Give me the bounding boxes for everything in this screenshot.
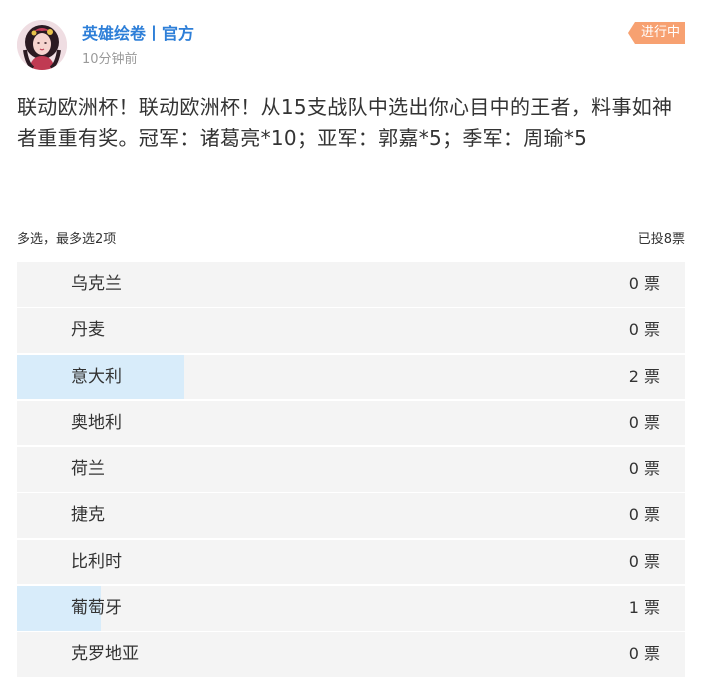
poll-option-count: 1 票: [628, 598, 660, 618]
poll-option-label: 比利时: [71, 551, 122, 572]
poll-option[interactable]: 克罗地亚 0 票: [17, 632, 685, 677]
post-header: 英雄绘卷丨官方 10分钟前 进行中: [17, 20, 685, 72]
poll-option-count: 0 票: [628, 320, 660, 340]
poll-option[interactable]: 捷克 0 票: [17, 493, 685, 538]
poll-option[interactable]: 奥地利 0 票: [17, 400, 685, 446]
poll-option-count: 0 票: [628, 412, 660, 432]
poll-option-count: 0 票: [628, 551, 660, 571]
poll-option-count: 0 票: [628, 505, 660, 525]
post-time: 10分钟前: [82, 52, 138, 67]
poll-option-label: 意大利: [71, 366, 122, 387]
poll-meta: 多选，最多选2项 已投8票: [17, 231, 685, 249]
poll-option[interactable]: 比利时 0 票: [17, 539, 685, 585]
poll-total: 已投8票: [637, 232, 685, 247]
poll-option-label: 乌克兰: [71, 274, 122, 294]
poll-option[interactable]: 葡萄牙 1 票: [17, 586, 685, 631]
post-text: 联动欧洲杯！联动欧洲杯！从15支战队中选出你心目中的王者，料事如神者重重有奖。冠…: [17, 95, 673, 150]
poll-option[interactable]: 荷兰 0 票: [17, 447, 685, 492]
poll-option-label: 捷克: [71, 505, 105, 526]
poll-options: 乌克兰 0 票 丹麦 0 票 意大利 2 票 奥地利 0 票 荷兰 0 票 捷克…: [17, 262, 685, 679]
poll-option-label: 奥地利: [71, 412, 122, 433]
poll-option[interactable]: 意大利 2 票: [17, 354, 685, 400]
avatar[interactable]: [17, 20, 67, 70]
avatar-portrait-icon: [17, 20, 67, 70]
poll-option-label: 荷兰: [71, 459, 105, 480]
poll-option-count: 2 票: [628, 366, 660, 386]
poll-option[interactable]: 乌克兰 0 票: [17, 262, 685, 307]
poll-option-label: 克罗地亚: [71, 644, 139, 665]
poll-option-count: 0 票: [628, 644, 660, 664]
poll-option-count: 0 票: [628, 274, 660, 293]
poll-option-label: 丹麦: [71, 320, 105, 341]
poll-option-label: 葡萄牙: [71, 598, 122, 619]
poll-mode: 多选，最多选2项: [17, 232, 117, 247]
poll-option[interactable]: 丹麦 0 票: [17, 308, 685, 353]
author-name[interactable]: 英雄绘卷丨官方: [82, 23, 194, 45]
poll-option-count: 0 票: [628, 459, 660, 479]
status-badge: 进行中: [627, 22, 685, 44]
